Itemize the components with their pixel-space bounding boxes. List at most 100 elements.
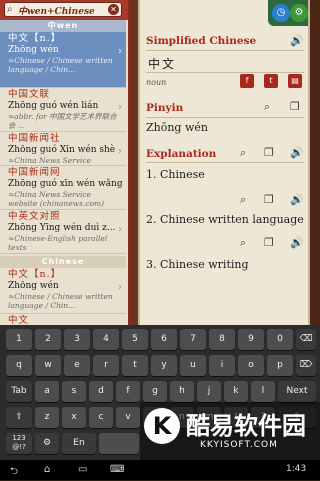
delete-key[interactable]: ⌦	[296, 355, 316, 376]
key-w[interactable]: w	[35, 355, 61, 376]
key-g[interactable]: g	[143, 381, 167, 402]
speaker-icon[interactable]: 🔊	[290, 236, 304, 249]
entry-pinyin: Zhōng guó xīn wén wǎng	[8, 179, 123, 189]
chevron-right-icon: ›	[118, 102, 122, 113]
search-icon[interactable]: ⌕	[264, 100, 270, 114]
key-2[interactable]: 2	[35, 329, 61, 350]
entry-pinyin: Zhōng guó Xīn wén shè	[8, 145, 116, 155]
divider	[146, 50, 304, 51]
divider	[146, 162, 304, 163]
result-item-5[interactable]: 中英文对照 Zhōng Yīng wén duì z... ≈Chinese-E…	[0, 210, 126, 254]
recent-apps-icon[interactable]: ▭	[78, 464, 87, 475]
key-4[interactable]: 4	[93, 329, 119, 350]
key-x[interactable]: x	[62, 407, 86, 428]
key-e[interactable]: e	[64, 355, 90, 376]
key-c[interactable]: c	[89, 407, 113, 428]
result-item-6[interactable]: 中文【n.】 Zhōng wén ≈Chinese / Chinese writ…	[0, 268, 126, 314]
key-a[interactable]: a	[35, 381, 59, 402]
twitter-icon[interactable]: t	[264, 74, 278, 88]
key-y[interactable]: y	[151, 355, 177, 376]
result-item-4[interactable]: 中国新闻网 Zhōng guó xīn wén wǎng ≈China News…	[0, 166, 126, 210]
keyboard-hide-icon[interactable]: ⌨	[110, 464, 124, 475]
key-h[interactable]: h	[170, 381, 194, 402]
key-3[interactable]: 3	[64, 329, 90, 350]
key-u[interactable]: u	[180, 355, 206, 376]
key-r[interactable]: r	[93, 355, 119, 376]
backspace-key[interactable]: ⌫	[296, 329, 316, 350]
watermark-url: KKYISOFT.COM	[200, 440, 278, 450]
speaker-icon[interactable]: 🔊	[290, 34, 304, 47]
watermark-overlay: K 酷易软件园 KKYISOFT.COM	[140, 402, 320, 460]
section-header-chinese: Chinese	[0, 256, 126, 268]
key-q[interactable]: q	[6, 355, 32, 376]
copy-icon[interactable]: ❐	[290, 100, 300, 113]
result-item-7[interactable]: 中文	[0, 314, 126, 325]
entry-hanzi: 中英文对照	[8, 211, 61, 222]
entry-definition: ≈Chinese / Chinese written language / Ch…	[8, 292, 113, 310]
key-j[interactable]: j	[197, 381, 221, 402]
simplified-label: Simplified Chinese	[146, 35, 257, 47]
result-item-1[interactable]: 中文【n.】 Zhōng wén ≈Chinese / Chinese writ…	[0, 32, 126, 88]
key-v[interactable]: v	[116, 407, 140, 428]
key-k[interactable]: k	[224, 381, 248, 402]
copy-icon[interactable]: ❐	[264, 146, 274, 159]
search-icon[interactable]: ⌕	[240, 236, 246, 250]
explanation-3: 3. Chinese writing	[146, 258, 249, 271]
key-0[interactable]: 0	[267, 329, 293, 350]
tab-key[interactable]: Tab	[6, 381, 32, 402]
flashcard-icon[interactable]: ▤	[288, 74, 302, 88]
key-z[interactable]: z	[35, 407, 59, 428]
search-bar: ⌕ 中wen+Chinese ✕	[0, 0, 128, 20]
search-query: 中wen+Chinese	[18, 7, 95, 17]
system-nav-bar: ⮌ ⌂ ▭ ⌨ 1:43	[0, 460, 320, 480]
facebook-icon[interactable]: f	[240, 74, 254, 88]
key-i[interactable]: i	[209, 355, 235, 376]
divider	[146, 117, 304, 118]
copy-icon[interactable]: ❐	[264, 236, 274, 249]
entry-hanzi: 中国文联	[8, 89, 51, 100]
search-icon[interactable]: ⌕	[240, 146, 246, 160]
settings-icon[interactable]: ⚙	[290, 4, 308, 22]
keyboard-settings-icon[interactable]: ⚙	[35, 433, 59, 454]
key-5[interactable]: 5	[122, 329, 148, 350]
speaker-icon[interactable]: 🔊	[290, 146, 304, 159]
chevron-right-icon: ›	[118, 46, 122, 57]
results-panel: ⌕ 中wen+Chinese ✕ 中wen 中文【n.】 Zhōng wén ≈…	[0, 0, 130, 325]
key-6[interactable]: 6	[151, 329, 177, 350]
language-key[interactable]: En	[62, 433, 96, 454]
entry-definition: ≈China News Service website (chinanews.c…	[8, 190, 105, 208]
explanation-2: 2. Chinese written language	[146, 213, 304, 226]
key-s[interactable]: s	[62, 381, 86, 402]
back-nav-icon[interactable]: ⮌	[10, 464, 18, 481]
key-8[interactable]: 8	[209, 329, 235, 350]
key-d[interactable]: d	[89, 381, 113, 402]
search-icon: ⌕	[7, 4, 13, 15]
divider	[146, 72, 304, 73]
spacebar[interactable]	[99, 433, 139, 454]
key-f[interactable]: f	[116, 381, 140, 402]
chevron-right-icon: ›	[118, 282, 122, 293]
symbols-key[interactable]: 123 @!?	[6, 433, 32, 454]
key-o[interactable]: o	[238, 355, 264, 376]
search-input[interactable]: ⌕ 中wen+Chinese ✕	[4, 2, 122, 17]
key-9[interactable]: 9	[238, 329, 264, 350]
search-icon[interactable]: ⌕	[240, 193, 246, 207]
shift-left-key[interactable]: ⇧	[6, 407, 32, 428]
result-item-2[interactable]: 中国文联 Zhōng guó wén lián ≈abbr. for 中国文学艺…	[0, 88, 126, 132]
speaker-icon[interactable]: 🔊	[290, 193, 304, 206]
chevron-right-icon: ›	[118, 146, 122, 157]
next-key[interactable]: Next	[278, 381, 316, 402]
history-button-icon[interactable]: ◷	[272, 4, 290, 22]
result-item-3[interactable]: 中国新闻社 Zhōng guó Xīn wén shè ≈China News …	[0, 132, 126, 166]
entry-pinyin: Zhōng guó wén lián	[8, 101, 99, 111]
key-l[interactable]: l	[251, 381, 275, 402]
clear-search-icon[interactable]: ✕	[108, 4, 119, 15]
entry-pinyin: Zhōng Yīng wén duì z...	[8, 223, 116, 233]
key-7[interactable]: 7	[180, 329, 206, 350]
key-t[interactable]: t	[122, 355, 148, 376]
home-nav-icon[interactable]: ⌂	[44, 464, 50, 475]
copy-icon[interactable]: ❐	[264, 193, 274, 206]
key-1[interactable]: 1	[6, 329, 32, 350]
key-p[interactable]: p	[267, 355, 293, 376]
entry-hanzi: 中国新闻网	[8, 167, 61, 178]
